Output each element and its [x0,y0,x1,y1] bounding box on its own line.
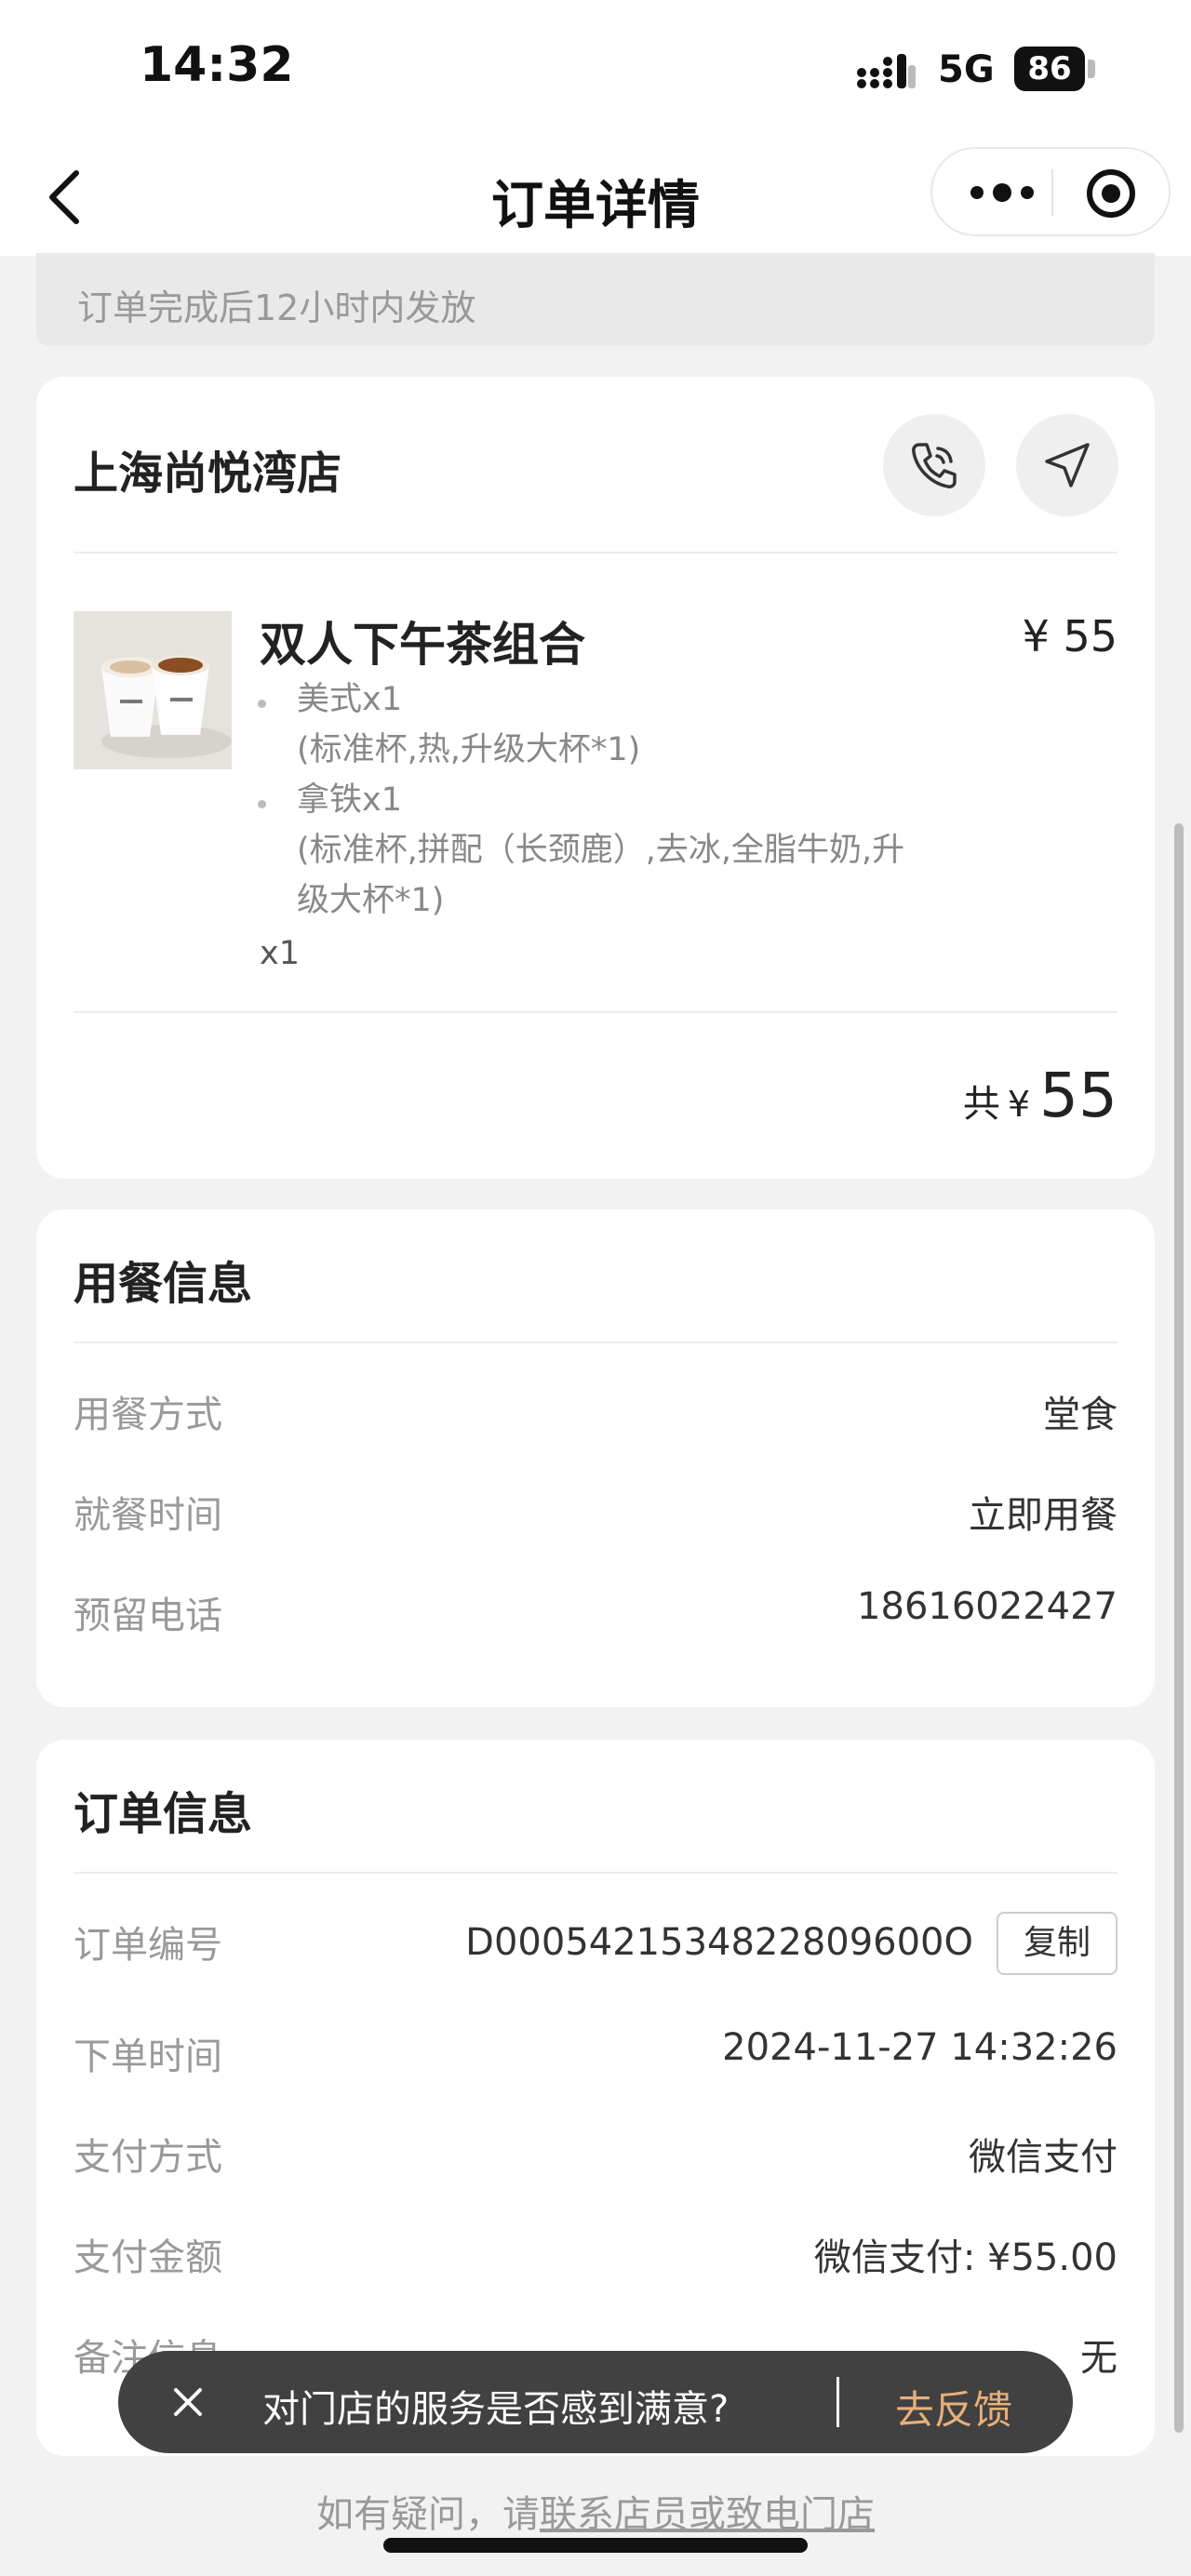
phone-value: 18616022427 [857,1585,1117,1628]
phone-icon [912,443,957,488]
capsule-divider [1051,169,1053,216]
section-title: 订单信息 [74,1788,253,1840]
spec-name: 拿铁x1 [297,781,402,819]
network-type: 5G [938,48,995,91]
divider [74,1011,1117,1013]
close-mini-program-icon[interactable] [1083,166,1139,221]
battery-icon: 86 [1014,47,1085,91]
total-prefix: 共 [962,1083,1000,1126]
store-card: 上海尚悦湾店 双人下午茶组合 ¥ 55 美式x1 (标准杯,热,升级大杯*1) … [36,377,1155,1179]
dining-info-card: 用餐信息 用餐方式 堂食 就餐时间 立即用餐 预留电话 18616022427 [36,1209,1155,1707]
notice-strip: 订单完成后12小时内发放 [36,253,1155,346]
feedback-question: 对门店的服务是否感到满意? [262,2388,729,2431]
divider [74,1872,1117,1874]
toast-divider [836,2377,839,2427]
spec-detail: (标准杯,热,升级大杯*1) [297,731,641,768]
feedback-toast: 对门店的服务是否感到满意? 去反馈 [118,2351,1073,2453]
product-name: 双人下午茶组合 [260,618,585,672]
payment-method-label: 支付方式 [74,2136,222,2179]
contact-store-link[interactable]: 联系店员或致电门店 [540,2493,875,2536]
payment-method-value: 微信支付 [969,2136,1117,2179]
coffee-cups-image [74,611,232,769]
store-name: 上海尚悦湾店 [74,447,342,500]
status-time: 14:32 [140,37,294,93]
phone-label: 预留电话 [74,1595,222,1637]
order-number-label: 订单编号 [74,1924,222,1967]
remark-value: 无 [1080,2337,1117,2380]
payment-amount-value: 微信支付: ¥55.00 [813,2236,1117,2279]
status-bar: 14:32 5G 86 [0,0,1191,140]
spec-name: 美式x1 [297,681,402,718]
nav-bar: 订单详情 [0,140,1191,256]
total-amount: 55 [1039,1060,1117,1131]
bullet [258,700,266,708]
close-icon[interactable] [165,2379,211,2425]
dining-method-value: 堂食 [1043,1394,1117,1436]
section-title: 用餐信息 [74,1258,253,1310]
home-indicator [383,2538,808,2553]
navigation-arrow-icon [1045,443,1090,487]
product-quantity: x1 [260,935,300,972]
dining-time-label: 就餐时间 [74,1494,222,1537]
signal-icon [857,54,916,88]
scrollbar[interactable] [1174,823,1184,2433]
divider [74,552,1117,554]
product-price: ¥ 55 [1022,611,1117,661]
dining-time-value: 立即用餐 [969,1494,1117,1537]
order-number-value: D0005421534822809600O [465,1921,973,1964]
call-store-button[interactable] [883,414,985,516]
navigate-store-button[interactable] [1016,414,1118,516]
mini-program-capsule [930,147,1171,236]
order-info-card: 订单信息 订单编号 D0005421534822809600O 复制 下单时间 … [36,1740,1155,2456]
notice-text: 订单完成后12小时内发放 [77,287,476,328]
footer-prefix: 如有疑问，请 [316,2493,540,2536]
dining-method-label: 用餐方式 [74,1394,222,1436]
more-icon[interactable] [964,171,1040,214]
order-time-value: 2024-11-27 14:32:26 [722,2026,1117,2069]
footer-help: 如有疑问，请联系店员或致电门店 [0,2484,1191,2538]
product-image [74,611,232,769]
divider [74,1341,1117,1343]
battery-tip [1088,60,1095,78]
copy-button[interactable]: 复制 [997,1912,1117,1975]
spec-detail: (标准杯,拼配（长颈鹿）,去冰,全脂牛奶,升 [297,832,905,869]
total-currency: ¥ [1007,1084,1031,1125]
spec-detail: 级大杯*1) [297,882,445,919]
order-time-label: 下单时间 [74,2035,222,2078]
order-total: 共 ¥55 [963,1060,1117,1131]
bullet [258,800,266,808]
feedback-button[interactable]: 去反馈 [895,2379,1012,2436]
payment-amount-label: 支付金额 [74,2236,222,2279]
